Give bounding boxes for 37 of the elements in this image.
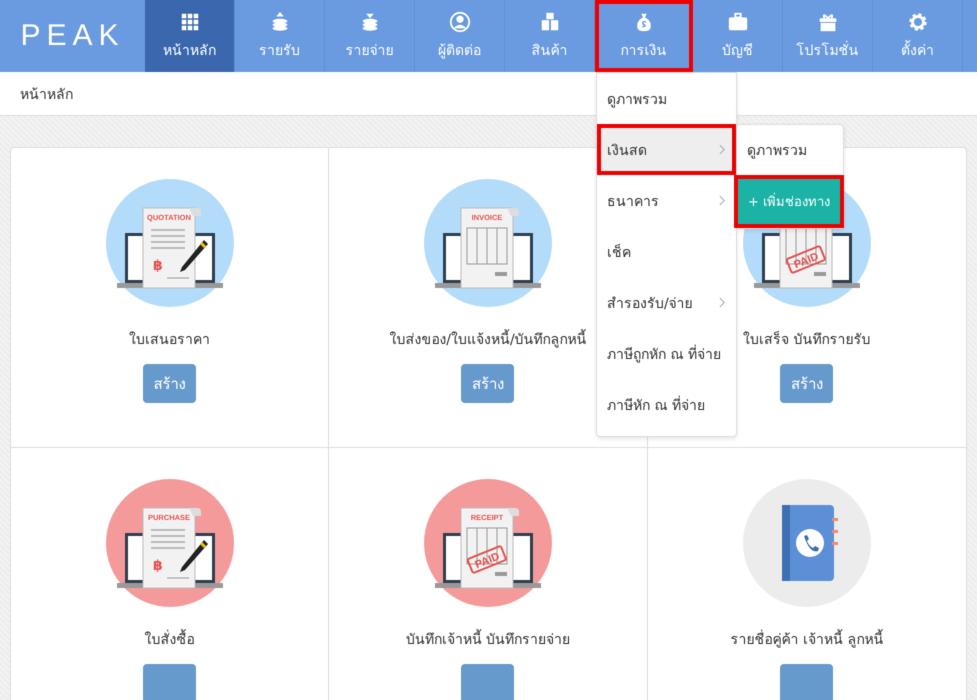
nav-tab[interactable]: หน้าหลัก: [145, 0, 235, 72]
chevron-right-icon: [719, 195, 726, 206]
stamp-label: PAID: [792, 250, 820, 272]
currency-symbol: ฿: [152, 258, 162, 274]
menu-item[interactable]: ดูภาพรวม: [597, 73, 736, 124]
chevron-right-icon: [719, 144, 726, 155]
currency-symbol: ฿: [152, 558, 162, 574]
settings-icon: [906, 11, 928, 33]
create-button[interactable]: [780, 664, 834, 700]
menu-item[interactable]: ภาษีหัก ณ ที่จ่าย: [597, 379, 736, 430]
chevron-right-icon: [719, 297, 726, 308]
create-button[interactable]: สร้าง: [143, 364, 196, 403]
person-icon: [448, 11, 470, 33]
menu-item[interactable]: สำรองรับ/จ่าย: [597, 277, 736, 328]
card-title: ใบเสนอราคา: [129, 330, 210, 350]
card-title: รายชื่อคู่ค้า เจ้าหนี้ ลูกหนี้: [730, 628, 884, 650]
card-title: ใบสั่งซื้อ: [144, 628, 195, 650]
create-button[interactable]: [461, 664, 514, 700]
nav-tab[interactable]: การเงิน: [595, 0, 693, 72]
pen-icon: [180, 540, 208, 572]
card-title: ใบเสร็จ บันทึกรายรับ: [743, 330, 871, 350]
menu-item[interactable]: ดูภาพรวม: [737, 125, 843, 175]
menu-item[interactable]: ภาษีถูกหัก ณ ที่จ่าย: [597, 328, 736, 379]
pen-icon: [180, 240, 208, 272]
logo[interactable]: PEAK: [0, 0, 145, 72]
card-title: ใบส่งของ/ใบแจ้งหนี้/บันทึกลูกหนี้: [389, 328, 587, 350]
create-button[interactable]: สร้าง: [461, 364, 514, 403]
breadcrumb[interactable]: หน้าหลัก: [20, 82, 73, 104]
menu-item[interactable]: เช็ค: [597, 226, 736, 277]
create-button[interactable]: สร้าง: [780, 364, 834, 403]
create-button[interactable]: [143, 664, 196, 700]
stamp-label: PAID: [473, 550, 502, 572]
menu-item[interactable]: ธนาคาร: [597, 175, 736, 226]
briefcase-icon: [726, 11, 748, 33]
menu-item[interactable]: เงินสด: [597, 124, 736, 175]
card-title: บันทึกเจ้าหนี้ บันทึกรายจ่าย: [406, 628, 570, 650]
add-channel-button[interactable]: + เพิ่มช่องทาง: [734, 175, 844, 228]
